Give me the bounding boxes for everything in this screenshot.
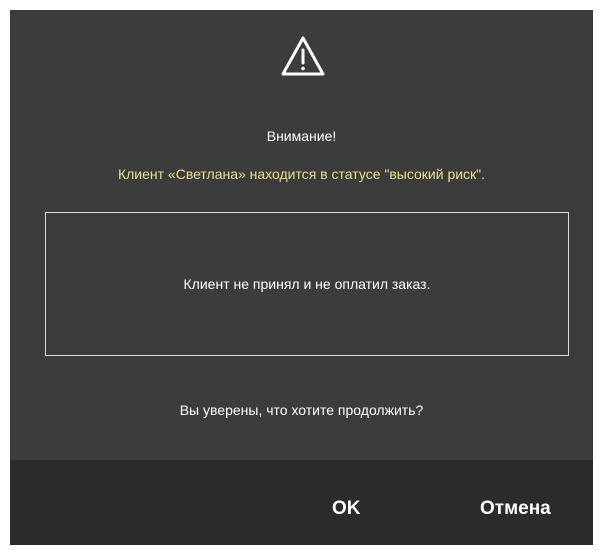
message-text: Клиент не принял и не оплатил заказ. bbox=[183, 276, 431, 292]
dialog-title: Внимание! bbox=[266, 128, 337, 144]
warning-dialog: Внимание! Клиент «Светлана» находится в … bbox=[10, 10, 593, 545]
dialog-body: Внимание! Клиент «Светлана» находится в … bbox=[10, 10, 593, 460]
confirmation-question: Вы уверены, что хотите продолжить? bbox=[179, 402, 424, 418]
message-box: Клиент не принял и не оплатил заказ. bbox=[45, 212, 569, 356]
ok-button[interactable]: OK bbox=[332, 498, 361, 520]
dialog-footer: OK Отмена bbox=[10, 460, 593, 545]
cancel-button[interactable]: Отмена bbox=[480, 498, 551, 520]
client-status-warning: Клиент «Светлана» находится в статусе "в… bbox=[117, 166, 486, 182]
warning-triangle-icon bbox=[281, 36, 325, 76]
